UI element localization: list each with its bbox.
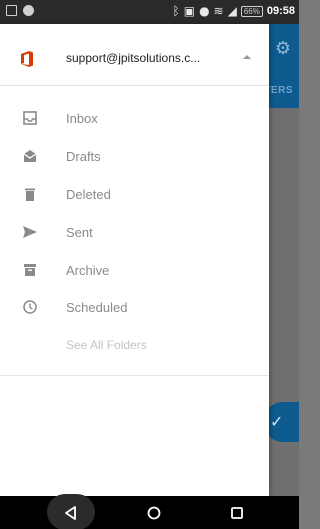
folder-drafts[interactable]: Drafts xyxy=(0,139,269,175)
wifi-icon: ≋ xyxy=(213,4,224,18)
bluetooth-icon: ᛒ xyxy=(172,4,180,18)
folder-archive[interactable]: Archive xyxy=(0,253,269,289)
chevron-up-icon[interactable] xyxy=(243,55,251,59)
battery-indicator: 66% xyxy=(240,5,263,17)
status-bar: ᛒ ▣ ● ≋ ◢ 66% 09:58 xyxy=(0,0,299,24)
system-icons: ᛒ ▣ ● ≋ ◢ 66% 09:58 xyxy=(173,4,295,18)
folder-label: Deleted xyxy=(66,187,111,202)
system-nav-bar xyxy=(0,494,299,529)
account-switcher[interactable]: support@jpitsolutions.c... xyxy=(0,24,269,86)
notification-icons xyxy=(6,5,34,16)
signal-icon: ◢ xyxy=(227,4,237,18)
settings-gear-icon: ⚙ xyxy=(274,38,291,59)
alarm-icon: ● xyxy=(199,4,210,18)
home-button[interactable] xyxy=(132,499,176,527)
clock: 09:58 xyxy=(266,5,295,17)
folder-label: Scheduled xyxy=(66,300,128,315)
office-logo-icon xyxy=(21,51,33,67)
image-notification-icon xyxy=(6,5,17,16)
see-all-folders-link[interactable]: See All Folders xyxy=(66,338,147,352)
folder-label: Archive xyxy=(66,263,110,278)
folder-label: Sent xyxy=(66,225,93,240)
nfc-icon: ▣ xyxy=(183,4,196,18)
app-notification-icon xyxy=(23,5,34,16)
clock-icon xyxy=(23,300,37,314)
trash-icon xyxy=(25,188,35,201)
folder-sent[interactable]: Sent xyxy=(0,215,269,251)
folder-label: Drafts xyxy=(66,149,101,164)
compose-pencil-icon: ✓ xyxy=(270,412,284,431)
folder-label: Inbox xyxy=(66,111,98,126)
folder-inbox[interactable]: Inbox xyxy=(0,101,269,137)
drafts-icon xyxy=(23,150,37,162)
folder-scheduled[interactable]: Scheduled xyxy=(0,290,269,326)
inbox-icon xyxy=(23,111,37,125)
navigation-drawer: support@jpitsolutions.c... Inbox Drafts … xyxy=(0,24,269,496)
back-button[interactable] xyxy=(49,499,93,527)
recents-button[interactable] xyxy=(215,499,259,527)
account-email: support@jpitsolutions.c... xyxy=(66,51,201,65)
archive-icon xyxy=(24,264,36,276)
drawer-divider xyxy=(0,375,269,376)
send-icon xyxy=(23,226,37,238)
folder-deleted[interactable]: Deleted xyxy=(0,177,269,213)
